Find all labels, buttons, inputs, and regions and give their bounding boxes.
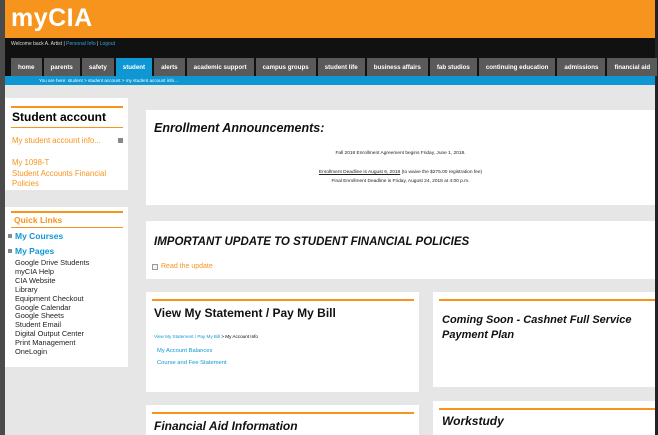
expand-icon[interactable] bbox=[118, 138, 123, 143]
tab-financial-aid[interactable]: financial aid bbox=[607, 58, 658, 76]
divider bbox=[152, 412, 414, 414]
statement-crumb-link[interactable]: View My Statement / Pay My Bill bbox=[154, 334, 220, 339]
sidebar-link-financial-policies[interactable]: Student Accounts Financial Policies bbox=[12, 169, 124, 189]
document-icon bbox=[152, 264, 158, 270]
divider bbox=[439, 299, 655, 301]
my-pages-item[interactable]: OneLogin bbox=[15, 347, 89, 357]
workstudy-title: Workstudy bbox=[442, 414, 504, 428]
breadcrumb-item-current[interactable]: my student account info... bbox=[126, 78, 178, 83]
tab-alerts[interactable]: alerts bbox=[154, 58, 185, 76]
sidebar-link-my-account-info[interactable]: My student account info... bbox=[12, 136, 104, 146]
tab-student[interactable]: student bbox=[115, 58, 153, 76]
statement-breadcrumb: View My Statement / Pay My Bill > My Acc… bbox=[154, 334, 258, 339]
divider bbox=[11, 211, 123, 213]
enrollment-deadline-note: (to waive the $275.00 registration fee) bbox=[400, 170, 483, 175]
cashnet-title-line-2: Payment Plan bbox=[442, 329, 515, 341]
my-courses-link[interactable]: My Courses bbox=[15, 231, 63, 241]
quick-links-title: Quick Links bbox=[14, 215, 63, 225]
enrollment-line-3: Final Enrollment Deadline is Friday, Aug… bbox=[331, 179, 470, 184]
financial-aid-title: Financial Aid Information bbox=[154, 419, 298, 433]
logout-link[interactable]: Logout bbox=[100, 41, 115, 47]
tab-campus-groups[interactable]: campus groups bbox=[255, 58, 316, 76]
collapse-icon[interactable] bbox=[8, 249, 12, 253]
tab-fab-studios[interactable]: fab studios bbox=[429, 58, 477, 76]
tab-student-life[interactable]: student life bbox=[317, 58, 365, 76]
divider bbox=[11, 127, 123, 128]
expand-icon[interactable] bbox=[8, 234, 12, 238]
my-pages-link[interactable]: My Pages bbox=[15, 246, 54, 256]
tab-parents[interactable]: parents bbox=[43, 58, 80, 76]
tab-admissions[interactable]: admissions bbox=[557, 58, 606, 76]
sidebar-title: Student account bbox=[12, 110, 107, 124]
site-header: myCIA bbox=[5, 0, 655, 38]
breadcrumb-item-student-account[interactable]: student account bbox=[88, 78, 120, 83]
fee-statement-link[interactable]: Course and Fee Statement bbox=[157, 360, 227, 366]
statement-panel: View My Statement / Pay My Bill View My … bbox=[146, 292, 419, 392]
enrollment-line-2: Enrollment Deadline is August 6, 2018 (t… bbox=[146, 170, 655, 175]
mycia-logo[interactable]: myCIA bbox=[11, 4, 93, 33]
nav-tabs: home parents safety student alerts academic s… bbox=[11, 58, 658, 76]
enrollment-announcements-panel: Enrollment Announcements: Fall 2018 Enro… bbox=[146, 110, 655, 205]
divider bbox=[152, 299, 414, 301]
enrollment-line-1: Fall 2018 Enrollment Agreement begins Fr… bbox=[335, 151, 466, 156]
personal-info-link[interactable]: Personal Info bbox=[66, 41, 95, 47]
cashnet-title-line-1: Coming Soon - Cashnet Full Service bbox=[442, 314, 632, 326]
important-update-panel: IMPORTANT UPDATE TO STUDENT FINANCIAL PO… bbox=[146, 221, 655, 279]
breadcrumb-prefix: You are here: bbox=[39, 78, 67, 83]
breadcrumb: You are here: student > student account … bbox=[5, 76, 655, 85]
financial-aid-panel: Financial Aid Information bbox=[146, 405, 419, 435]
account-balances-link[interactable]: My Account Balances bbox=[157, 348, 212, 354]
important-title: IMPORTANT UPDATE TO STUDENT FINANCIAL PO… bbox=[154, 236, 470, 248]
sidebar-link-1098t[interactable]: My 1098-T bbox=[12, 158, 49, 168]
read-update-link[interactable]: Read the update bbox=[161, 262, 213, 272]
main-nav: home parents safety student alerts academic s… bbox=[5, 50, 658, 76]
statement-title: View My Statement / Pay My Bill bbox=[154, 306, 336, 320]
main-content: Student account My student account info.… bbox=[5, 85, 655, 435]
cashnet-panel: Coming Soon - Cashnet Full Service Payme… bbox=[433, 292, 655, 387]
sidebar-quick-links: Quick Links My Courses My Pages Google D… bbox=[5, 207, 128, 367]
welcome-bar: Welcome back A. Artist | Personal Info |… bbox=[5, 38, 655, 50]
breadcrumb-item-student[interactable]: student bbox=[68, 78, 83, 83]
workstudy-panel: Workstudy bbox=[433, 401, 655, 435]
divider bbox=[439, 408, 655, 410]
enrollment-title: Enrollment Announcements: bbox=[154, 121, 325, 135]
tab-continuing-education[interactable]: continuing education bbox=[478, 58, 556, 76]
my-pages-list: Google Drive Students myCIA Help CIA Websi… bbox=[15, 258, 89, 357]
tab-safety[interactable]: safety bbox=[81, 58, 114, 76]
divider bbox=[11, 106, 123, 108]
tab-academic-support[interactable]: academic support bbox=[186, 58, 254, 76]
tab-business-affairs[interactable]: business affairs bbox=[366, 58, 428, 76]
tab-home[interactable]: home bbox=[11, 58, 42, 76]
welcome-text: Welcome back A. Artist bbox=[11, 41, 63, 47]
sidebar-student-account: Student account My student account info.… bbox=[5, 98, 128, 190]
divider bbox=[11, 227, 123, 228]
enrollment-deadline: Enrollment Deadline is August 6, 2018 bbox=[318, 170, 401, 175]
statement-crumb-current: > My Account Info bbox=[220, 334, 258, 339]
